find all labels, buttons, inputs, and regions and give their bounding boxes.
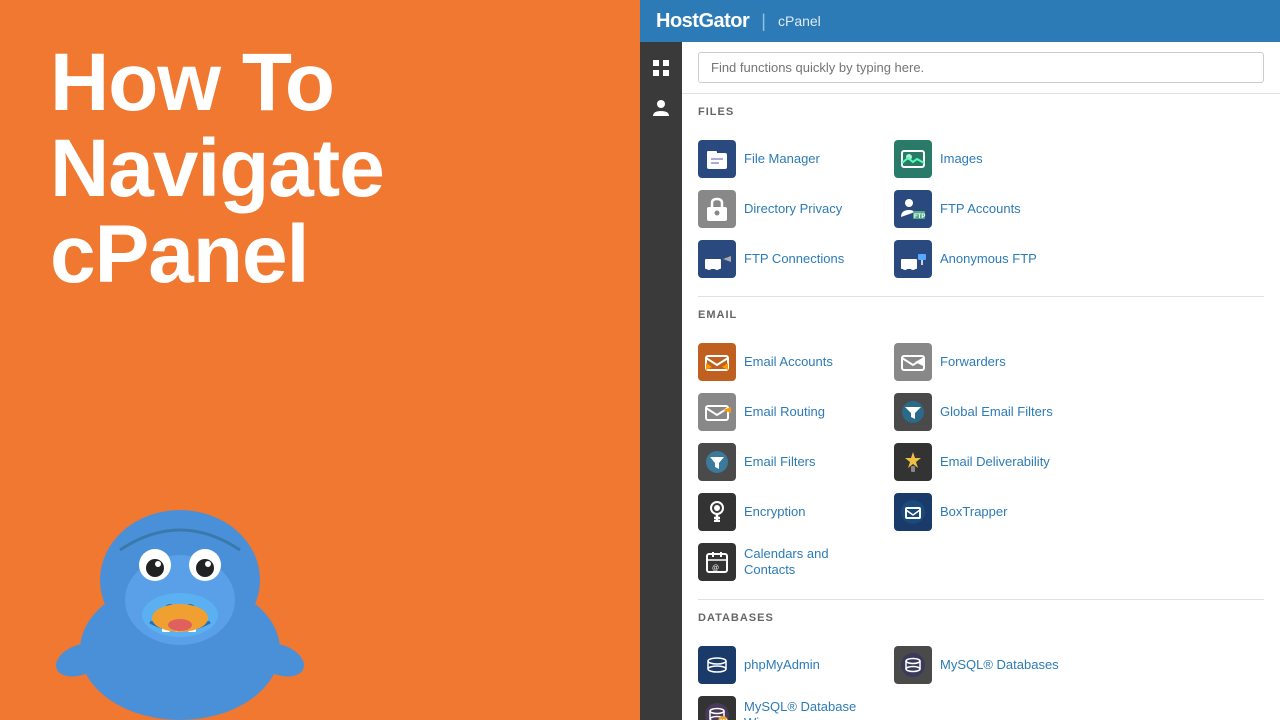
- svg-text:FTP: FTP: [914, 214, 925, 220]
- mysql-databases-icon: [894, 646, 932, 684]
- forwarders-label: Forwarders: [940, 354, 1006, 370]
- mysql-databases-label: MySQL® Databases: [940, 657, 1059, 673]
- encryption-label: Encryption: [744, 504, 805, 520]
- email-accounts-label: Email Accounts: [744, 354, 833, 370]
- images-icon: [894, 140, 932, 178]
- mysql-wizard-item[interactable]: W MySQL® Database Wiza...: [690, 690, 886, 720]
- email-items-grid: Email Accounts Forwarders Email Routing: [682, 333, 1280, 599]
- main-area: FILES File Manager Images: [640, 42, 1280, 720]
- ftp-accounts-icon: FTP: [894, 190, 932, 228]
- email-filters-label: Email Filters: [744, 454, 816, 470]
- databases-items-grid: phpMyAdmin MySQL® Databases W MySQL® Dat…: [682, 636, 1280, 720]
- calendars-contacts-item[interactable]: @ Calendars and Contacts: [690, 537, 886, 587]
- boxtrapper-icon: [894, 493, 932, 531]
- file-manager-icon: [698, 140, 736, 178]
- ftp-accounts-label: FTP Accounts: [940, 201, 1021, 217]
- search-bar: [682, 42, 1280, 94]
- forwarders-item[interactable]: Forwarders: [886, 337, 1082, 387]
- phpmyadmin-item[interactable]: phpMyAdmin: [690, 640, 886, 690]
- global-email-filters-icon: [894, 393, 932, 431]
- sidebar-user-icon[interactable]: [645, 92, 677, 124]
- sidebar: [640, 42, 682, 720]
- cpanel-label: cPanel: [778, 13, 821, 29]
- svg-text:FTP: FTP: [902, 262, 912, 268]
- gator-image: [20, 450, 340, 720]
- anonymous-ftp-item[interactable]: FTP Anonymous FTP: [886, 234, 1082, 284]
- ftp-connections-icon: FTP: [698, 240, 736, 278]
- directory-privacy-label: Directory Privacy: [744, 201, 842, 217]
- svg-text:@: @: [712, 565, 719, 572]
- email-routing-icon: [698, 393, 736, 431]
- file-manager-item[interactable]: File Manager: [690, 134, 886, 184]
- mysql-databases-item[interactable]: MySQL® Databases: [886, 640, 1082, 690]
- files-section-title: FILES: [698, 106, 1264, 118]
- directory-privacy-item[interactable]: Directory Privacy: [690, 184, 886, 234]
- right-panel: HostGator | cPanel FILES: [640, 0, 1280, 720]
- directory-privacy-icon: [698, 190, 736, 228]
- file-manager-label: File Manager: [744, 151, 820, 167]
- boxtrapper-item[interactable]: BoxTrapper: [886, 487, 1082, 537]
- header: HostGator | cPanel: [640, 0, 1280, 42]
- email-section-header: EMAIL: [682, 297, 1280, 333]
- phpmyadmin-icon: [698, 646, 736, 684]
- hero-text: How To Navigate cPanel: [50, 40, 590, 298]
- header-divider: |: [761, 11, 766, 32]
- mysql-wizard-icon: W: [698, 696, 736, 720]
- ftp-connections-item[interactable]: FTP FTP Connections: [690, 234, 886, 284]
- boxtrapper-label: BoxTrapper: [940, 504, 1007, 520]
- encryption-item[interactable]: Encryption: [690, 487, 886, 537]
- global-email-filters-item[interactable]: Global Email Filters: [886, 387, 1082, 437]
- email-deliverability-label: Email Deliverability: [940, 454, 1050, 470]
- anonymous-ftp-icon: FTP: [894, 240, 932, 278]
- mysql-wizard-label: MySQL® Database Wiza...: [744, 699, 878, 720]
- svg-text:FTP: FTP: [706, 262, 716, 268]
- forwarders-icon: [894, 343, 932, 381]
- anonymous-ftp-label: Anonymous FTP: [940, 251, 1037, 267]
- encryption-icon: [698, 493, 736, 531]
- content-area: FILES File Manager Images: [682, 42, 1280, 720]
- databases-section-header: DATABASES: [682, 600, 1280, 636]
- email-routing-item[interactable]: Email Routing: [690, 387, 886, 437]
- sidebar-grid-icon[interactable]: [645, 52, 677, 84]
- images-item[interactable]: Images: [886, 134, 1082, 184]
- left-panel: How To Navigate cPanel: [0, 0, 640, 720]
- email-deliverability-icon: [894, 443, 932, 481]
- files-section-header: FILES: [682, 94, 1280, 130]
- ftp-connections-label: FTP Connections: [744, 251, 844, 267]
- email-routing-label: Email Routing: [744, 404, 825, 420]
- search-input[interactable]: [698, 52, 1264, 83]
- images-label: Images: [940, 151, 983, 167]
- email-accounts-item[interactable]: Email Accounts: [690, 337, 886, 387]
- phpmyadmin-label: phpMyAdmin: [744, 657, 820, 673]
- email-deliverability-item[interactable]: Email Deliverability: [886, 437, 1082, 487]
- calendars-contacts-icon: @: [698, 543, 736, 581]
- files-items-grid: File Manager Images Directory Privacy: [682, 130, 1280, 296]
- brand-name: HostGator: [656, 10, 749, 33]
- databases-section-title: DATABASES: [698, 612, 1264, 624]
- email-section-title: EMAIL: [698, 309, 1264, 321]
- email-accounts-icon: [698, 343, 736, 381]
- email-filters-item[interactable]: Email Filters: [690, 437, 886, 487]
- global-email-filters-label: Global Email Filters: [940, 404, 1053, 420]
- ftp-accounts-item[interactable]: FTP FTP Accounts: [886, 184, 1082, 234]
- calendars-contacts-label: Calendars and Contacts: [744, 546, 878, 577]
- email-filters-icon: [698, 443, 736, 481]
